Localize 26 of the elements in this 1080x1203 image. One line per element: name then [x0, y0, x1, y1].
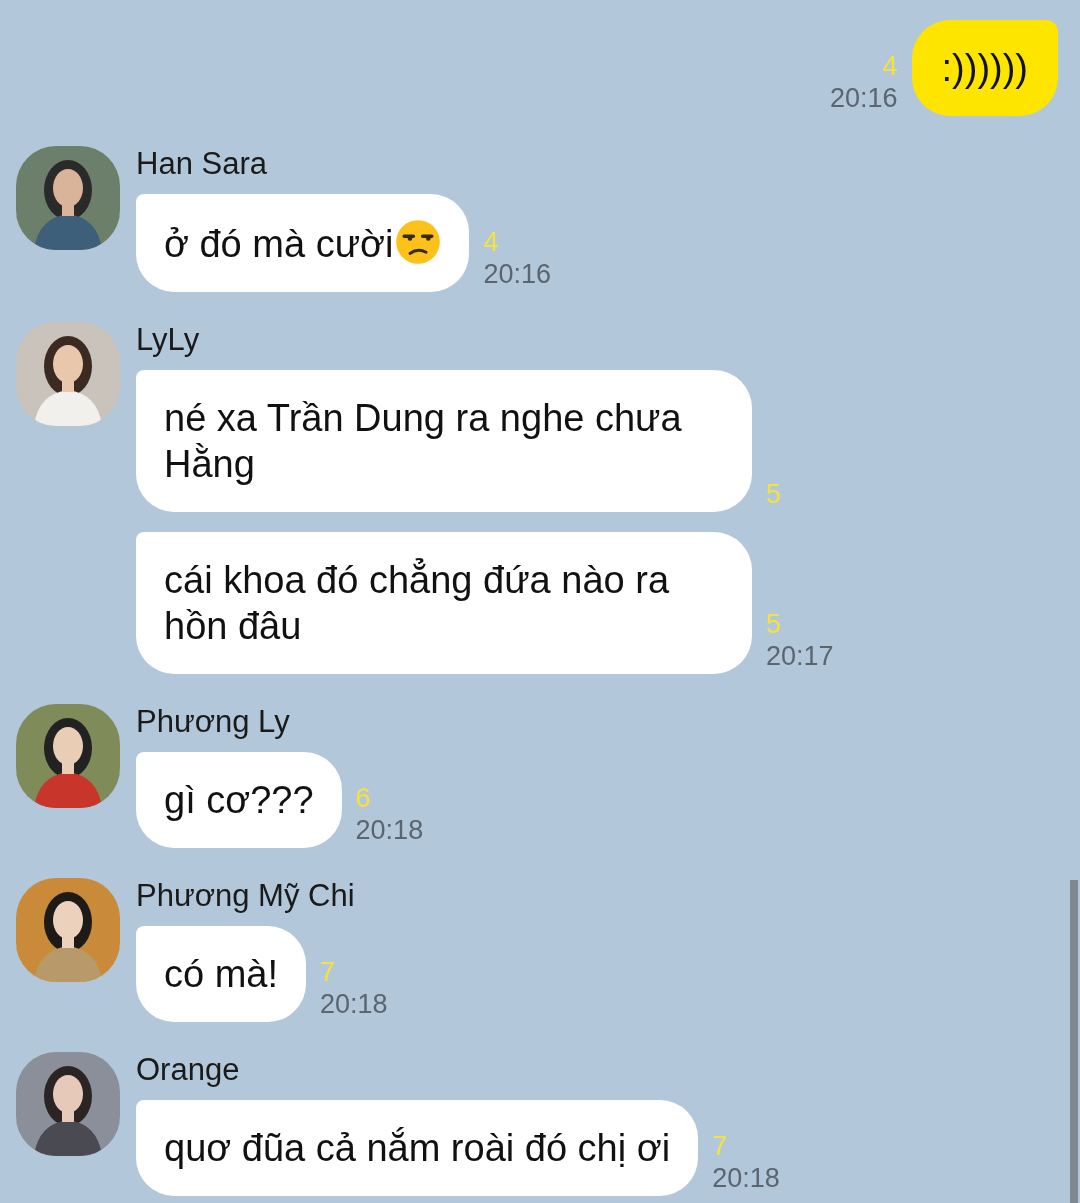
unread-count: 7: [320, 956, 336, 988]
sender-name: Phương Mỹ Chi: [136, 878, 356, 914]
message-bubble[interactable]: :)))))): [911, 20, 1058, 116]
message-bubble[interactable]: có mà!: [136, 926, 307, 1022]
unread-count: 5: [766, 478, 782, 510]
unread-count: 5: [766, 608, 782, 640]
message-bubble[interactable]: quơ đũa cả nắm roài đó chị ơi: [136, 1100, 699, 1196]
sender-name: Orange: [136, 1052, 241, 1088]
sender-name: Phương Ly: [136, 704, 291, 740]
message-time: 20:18: [712, 1162, 780, 1194]
sender-name: Han Sara: [136, 146, 268, 182]
message-bubble[interactable]: né xa Trần Dung ra nghe chưa Hằng: [136, 370, 752, 512]
message-time: 20:18: [320, 988, 388, 1020]
unread-count: 4: [882, 50, 898, 82]
message-bubble[interactable]: ở đó mà cười: [136, 194, 470, 292]
unread-count: 7: [712, 1130, 728, 1162]
sender-name: LyLy: [136, 322, 201, 358]
message-time: 20:17: [766, 640, 834, 672]
message-bubble[interactable]: cái khoa đó chẳng đứa nào ra hồn đâu: [136, 532, 752, 674]
message-time: 20:16: [483, 258, 552, 290]
message-bubble[interactable]: gì cơ???: [136, 752, 342, 848]
scrollbar[interactable]: [1070, 880, 1078, 1203]
unread-count: 4: [483, 226, 499, 258]
message-time: 20:18: [355, 814, 424, 846]
message-time: 20:16: [829, 82, 898, 114]
unread-count: 6: [355, 782, 371, 814]
